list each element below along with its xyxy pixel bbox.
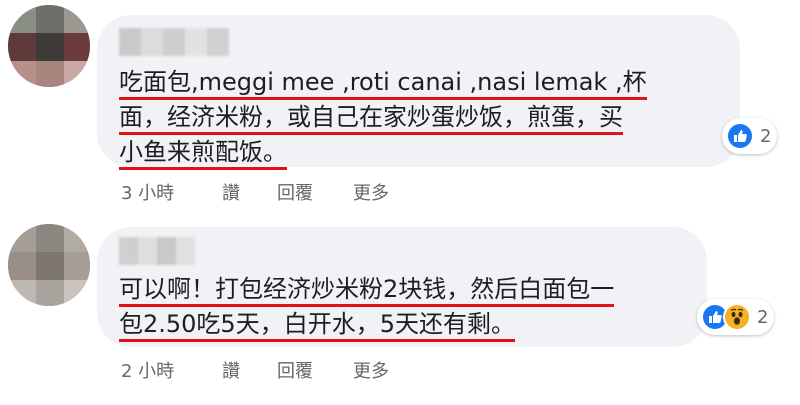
reaction-count: 2	[760, 125, 772, 147]
reaction-summary[interactable]: 2	[722, 118, 778, 154]
avatar[interactable]	[8, 224, 90, 306]
comment-line: 可以啊！打包经济炒米粉2块钱，然后白面包一	[119, 275, 615, 307]
comment-text: 可以啊！打包经济炒米粉2块钱，然后白面包一 包2.50吃5天，白开水，5天还有剩…	[119, 272, 615, 342]
more-button[interactable]: 更多	[353, 357, 389, 383]
comment-line: 包2.50吃5天，白开水，5天还有剩。	[119, 310, 515, 342]
author-name[interactable]	[119, 237, 195, 265]
like-button[interactable]: 讚	[222, 179, 240, 205]
author-name[interactable]	[119, 28, 229, 56]
like-icon	[726, 122, 754, 150]
reply-button[interactable]: 回覆	[277, 179, 313, 205]
like-button[interactable]: 讚	[222, 357, 240, 383]
comment-bubble: 吃面包,meggi mee ,roti canai ,nasi lemak ,杯…	[97, 15, 740, 170]
reaction-count: 2	[757, 306, 769, 328]
more-button[interactable]: 更多	[353, 179, 389, 205]
comment-text: 吃面包,meggi mee ,roti canai ,nasi lemak ,杯…	[119, 65, 647, 170]
comment-bubble: 可以啊！打包经济炒米粉2块钱，然后白面包一 包2.50吃5天，白开水，5天还有剩…	[97, 227, 707, 347]
comment-line: 小鱼来煎配饭。	[119, 138, 287, 170]
reaction-summary[interactable]: 2	[697, 299, 775, 335]
comment-line: 吃面包,meggi mee ,roti canai ,nasi lemak ,杯	[119, 68, 647, 100]
timestamp[interactable]: 3 小時	[121, 179, 174, 205]
timestamp[interactable]: 2 小時	[121, 357, 174, 383]
reply-button[interactable]: 回覆	[277, 357, 313, 383]
comment-line: 面，经济米粉，或自己在家炒蛋炒饭，煎蛋，买	[119, 103, 623, 135]
wow-icon	[723, 303, 751, 331]
avatar[interactable]	[8, 5, 90, 87]
